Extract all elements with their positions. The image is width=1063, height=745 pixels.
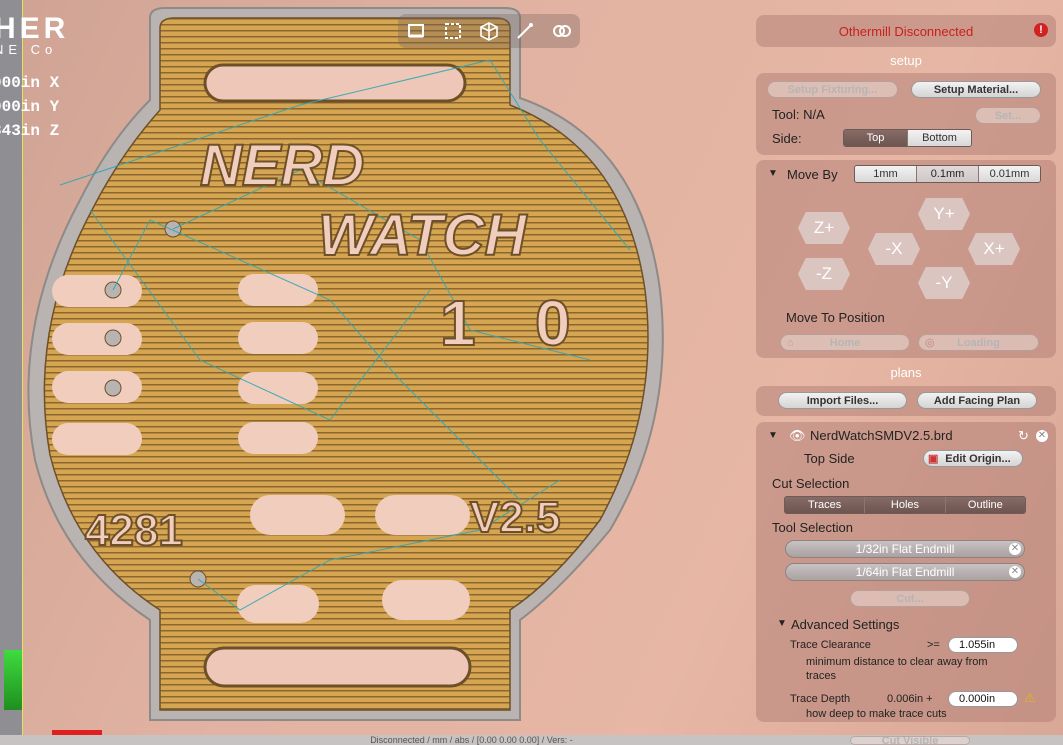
pad: [52, 423, 142, 455]
strap-slot-top: [203, 63, 467, 103]
connection-panel: Othermill Disconnected !: [756, 15, 1056, 47]
cut-button[interactable]: Cut...: [850, 590, 970, 607]
jog-y-plus-button[interactable]: Y+: [918, 198, 970, 230]
jog-z-plus-button[interactable]: Z+: [798, 212, 850, 244]
pad: [52, 323, 142, 355]
cut-selection-label: Cut Selection: [772, 476, 850, 491]
home-icon: ⌂: [787, 337, 794, 349]
side-view-icon[interactable]: [440, 18, 466, 44]
trace-depth-base: 0.006in +: [887, 693, 933, 705]
alert-icon[interactable]: !: [1034, 23, 1048, 37]
plans-heading: plans: [890, 365, 922, 380]
loading-button-label: Loading: [957, 337, 1000, 349]
origin-icon: ▣: [928, 453, 939, 465]
board-text-watch: WATCH: [318, 203, 527, 268]
pad: [250, 495, 345, 535]
trace-clearance-label: Trace Clearance: [790, 639, 871, 651]
cut-selection-selector: Traces Holes Outline: [784, 496, 1026, 514]
import-files-button[interactable]: Import Files...: [778, 392, 907, 409]
pad: [52, 275, 142, 307]
tool-selection-label: Tool Selection: [772, 520, 853, 535]
side-top-option[interactable]: Top: [844, 130, 907, 146]
loading-button[interactable]: ◎ Loading: [918, 334, 1039, 351]
side-bottom-option[interactable]: Bottom: [907, 130, 971, 146]
refresh-icon[interactable]: ↻: [1018, 428, 1029, 444]
connection-status: Othermill Disconnected: [838, 24, 974, 39]
increment-0-1mm[interactable]: 0.1mm: [916, 166, 978, 182]
file-side-label: Top Side: [804, 451, 855, 466]
setup-material-button[interactable]: Setup Material...: [911, 81, 1041, 98]
trace-clearance-help: minimum distance to clear away from trac…: [806, 656, 988, 682]
via: [104, 329, 122, 347]
pad: [238, 274, 318, 306]
trace-depth-label: Trace Depth: [790, 693, 851, 705]
jog-y-minus-button[interactable]: -Y: [918, 267, 970, 299]
move-to-position-label: Move To Position: [786, 310, 885, 325]
remove-tool-icon[interactable]: ✕: [1009, 566, 1021, 578]
visibility-eye-icon[interactable]: 👁: [789, 428, 806, 444]
edit-origin-label: Edit Origin...: [945, 453, 1011, 465]
file-collapse-icon[interactable]: ▼: [768, 430, 778, 441]
pad: [238, 322, 318, 354]
strap-slot-bottom: [203, 646, 472, 688]
loading-icon: ◎: [925, 337, 935, 349]
setup-fixturing-button[interactable]: Setup Fixturing...: [767, 81, 898, 98]
pad: [382, 580, 470, 620]
jog-z-minus-button[interactable]: -Z: [798, 258, 850, 290]
board-text-number: 4281: [85, 506, 183, 555]
side-label: Side:: [772, 131, 802, 146]
remove-tool-icon[interactable]: ✕: [1009, 543, 1021, 555]
probe-icon[interactable]: [512, 18, 538, 44]
add-facing-plan-button[interactable]: Add Facing Plan: [917, 392, 1037, 409]
trace-clearance-operator: >=: [927, 639, 940, 651]
home-button-label: Home: [829, 337, 861, 349]
tool-name: 1/64in Flat Endmill: [855, 565, 955, 579]
move-by-label: Move By: [787, 167, 838, 182]
cut-outline-option[interactable]: Outline: [944, 497, 1025, 513]
cut-holes-option[interactable]: Holes: [864, 497, 945, 513]
via: [104, 379, 122, 397]
iso-view-icon[interactable]: [476, 18, 502, 44]
pad: [238, 372, 318, 404]
advanced-settings-label: Advanced Settings: [791, 617, 900, 632]
link-view-icon[interactable]: [549, 18, 575, 44]
jog-x-minus-button[interactable]: -X: [868, 233, 920, 265]
increment-1mm[interactable]: 1mm: [855, 166, 916, 182]
home-button[interactable]: ⌂ Home: [780, 334, 910, 351]
side-selector: Top Bottom: [843, 129, 972, 147]
view-toolbar: [398, 14, 580, 48]
increment-selector: 1mm 0.1mm 0.01mm: [854, 165, 1041, 183]
trace-clearance-input[interactable]: 1.055in: [948, 637, 1018, 653]
board-text-nerd: NERD: [200, 133, 364, 198]
advanced-collapse-icon[interactable]: ▼: [777, 618, 787, 629]
trace-depth-help: how deep to make trace cuts: [806, 708, 947, 720]
tool-pill-1-64[interactable]: 1/64in Flat Endmill ✕: [785, 563, 1025, 581]
board-text-one: 1: [440, 287, 476, 359]
set-tool-button[interactable]: Set...: [975, 107, 1041, 124]
trace-depth-input[interactable]: 0.000in: [948, 691, 1018, 707]
cut-traces-option[interactable]: Traces: [785, 497, 865, 513]
status-bar-text: Disconnected / mm / abs / [0.00 0.00 0.0…: [370, 735, 573, 745]
tool-label: Tool: N/A: [772, 107, 825, 122]
increment-0-01mm[interactable]: 0.01mm: [978, 166, 1040, 182]
board-text-version: V2.5: [470, 493, 561, 542]
tool-pill-1-32[interactable]: 1/32in Flat Endmill ✕: [785, 540, 1025, 558]
pad: [52, 371, 142, 403]
cut-visible-button[interactable]: Cut Visible: [850, 736, 970, 745]
board-text-zero: 0: [535, 287, 571, 359]
file-name: NerdWatchSMDV2.5.brd: [810, 428, 953, 443]
move-collapse-icon[interactable]: ▼: [768, 168, 778, 179]
edit-origin-button[interactable]: ▣ Edit Origin...: [923, 450, 1023, 467]
jog-x-plus-button[interactable]: X+: [968, 233, 1020, 265]
pad: [375, 495, 470, 535]
z-axis-indicator: [4, 650, 22, 710]
pad: [237, 585, 319, 623]
setup-heading: setup: [890, 53, 922, 68]
tool-name: 1/32in Flat Endmill: [855, 542, 955, 556]
close-file-icon[interactable]: ✕: [1036, 430, 1048, 442]
top-view-icon[interactable]: [403, 18, 429, 44]
pad: [238, 422, 318, 454]
warning-icon[interactable]: ⚠: [1024, 690, 1036, 706]
